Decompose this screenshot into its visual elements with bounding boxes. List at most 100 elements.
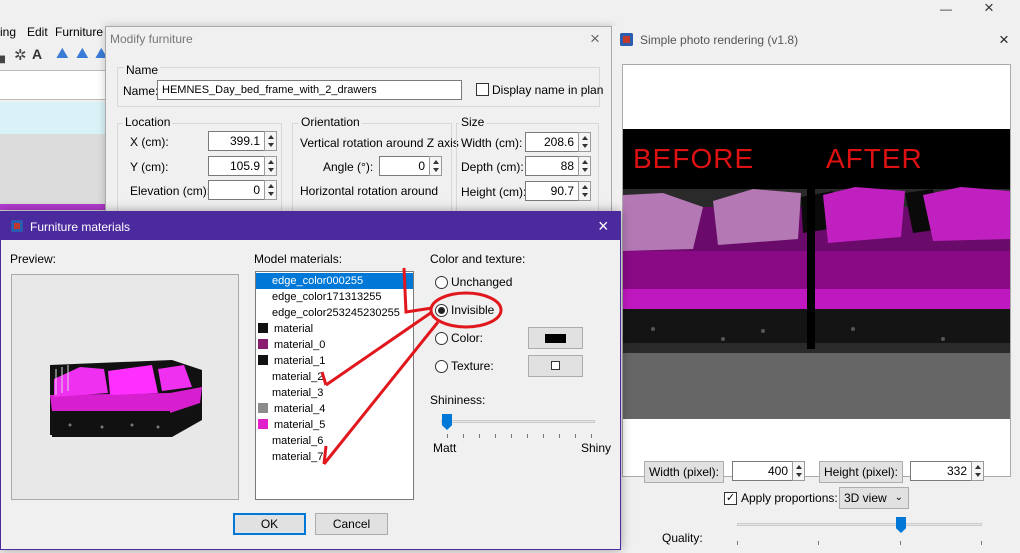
invisible-radio[interactable]	[435, 304, 448, 317]
minimize-icon[interactable]: —	[940, 2, 952, 16]
x-input[interactable]: 399.1	[208, 131, 265, 151]
zoom-in-icon[interactable]: ⛰	[56, 45, 69, 62]
chevron-down-icon: ⌄	[894, 492, 903, 503]
shininess-tick	[527, 434, 528, 438]
list-item[interactable]: edge_color000255	[256, 273, 413, 289]
list-item[interactable]: material	[256, 321, 413, 337]
y-spinner[interactable]	[264, 156, 277, 176]
quality-slider-thumb[interactable]	[896, 517, 906, 533]
display-name-label: Display name in plan	[492, 83, 604, 97]
close-icon[interactable]: ×	[598, 216, 609, 237]
display-name-checkbox[interactable]	[476, 83, 489, 96]
list-item-label: material	[274, 323, 314, 335]
catalog-panel[interactable]	[0, 70, 110, 100]
color-swatch	[258, 403, 268, 413]
gear-icon[interactable]: ✲	[14, 46, 27, 64]
orientation-group-label: Orientation	[299, 115, 362, 129]
height-spinner[interactable]	[578, 181, 591, 201]
dialog-title: Simple photo rendering (v1.8)	[640, 33, 799, 47]
quality-tick	[818, 541, 819, 545]
height-pixel-button[interactable]: Height (pixel):	[819, 461, 903, 483]
width-input[interactable]: 208.6	[525, 132, 579, 152]
list-item[interactable]: material_0	[256, 337, 413, 353]
list-item[interactable]: material_2	[256, 369, 413, 385]
shininess-slider[interactable]	[441, 414, 597, 444]
plan-view[interactable]	[0, 134, 110, 214]
width-pixel-spinner[interactable]	[792, 461, 805, 481]
materials-list[interactable]: edge_color000255 edge_color171313255 edg…	[255, 271, 414, 500]
quality-slider[interactable]	[737, 517, 982, 553]
quality-tick	[900, 541, 901, 545]
list-item[interactable]: edge_color171313255	[256, 289, 413, 305]
list-item[interactable]: material_4	[256, 401, 413, 417]
shininess-tick	[479, 434, 480, 438]
name-input[interactable]: HEMNES_Day_bed_frame_with_2_drawers	[157, 80, 462, 100]
menu-item-furniture[interactable]: Furniture	[55, 25, 103, 39]
width-pixel-input[interactable]: 400	[732, 461, 793, 481]
height-pixel-input[interactable]: 332	[910, 461, 972, 481]
quality-slider-track	[737, 523, 982, 526]
list-item[interactable]: material_7	[256, 449, 413, 465]
x-spinner[interactable]	[264, 131, 277, 151]
menu-item-file[interactable]: ing	[0, 25, 16, 39]
shininess-slider-thumb[interactable]	[442, 414, 452, 430]
furniture-materials-dialog: Furniture materials × Preview: Model mat…	[0, 211, 621, 550]
shininess-tick	[575, 434, 576, 438]
apply-proportions-checkbox[interactable]: ✓	[724, 492, 737, 505]
menu-item-edit[interactable]: Edit	[27, 25, 48, 39]
sofa-preview-image	[50, 360, 202, 437]
ok-button[interactable]: OK	[233, 513, 306, 535]
color-radio[interactable]	[435, 332, 448, 345]
list-item[interactable]: material_3	[256, 385, 413, 401]
unchanged-radio[interactable]	[435, 276, 448, 289]
depth-input[interactable]: 88	[525, 156, 579, 176]
toolbar: ▖ ✲ A ⛰ ⛰ ⛰	[0, 45, 108, 67]
list-item[interactable]: material_6	[256, 433, 413, 449]
elevation-input[interactable]: 0	[208, 180, 265, 200]
elevation-spinner[interactable]	[264, 180, 277, 200]
stairs-icon[interactable]: ▖	[0, 48, 10, 64]
width-spinner[interactable]	[578, 132, 591, 152]
shininess-tick	[559, 434, 560, 438]
angle-spinner[interactable]	[429, 156, 442, 176]
close-icon[interactable]: ×	[999, 31, 1009, 48]
texture-radio[interactable]	[435, 360, 448, 373]
menubar: ing Edit Furniture	[0, 24, 110, 42]
title-bar: Furniture materials ×	[1, 212, 620, 240]
list-item[interactable]: edge_color253245230255	[256, 305, 413, 321]
plan-area[interactable]	[0, 102, 110, 134]
text-add-icon[interactable]: A	[32, 46, 42, 62]
name-label: Name:	[123, 84, 159, 98]
color-label: Color:	[451, 331, 484, 345]
texture-button[interactable]	[528, 355, 583, 377]
height-input[interactable]: 90.7	[525, 181, 579, 201]
elevation-label: Elevation (cm):	[130, 184, 211, 198]
app-logo-icon	[620, 33, 633, 46]
y-input[interactable]: 105.9	[208, 156, 265, 176]
depth-spinner[interactable]	[578, 156, 591, 176]
close-icon[interactable]: ×	[984, 0, 994, 18]
height-label: Height (cm):	[461, 185, 527, 199]
plan-wall	[0, 204, 110, 210]
zoom-out-icon[interactable]: ⛰	[76, 45, 89, 62]
view-select[interactable]: 3D view ⌄	[839, 487, 909, 509]
close-icon[interactable]: ×	[590, 30, 600, 47]
width-pixel-button[interactable]: Width (pixel):	[644, 461, 724, 483]
angle-input[interactable]: 0	[379, 156, 430, 176]
list-item-label: material_0	[274, 339, 326, 351]
preview-pane[interactable]	[11, 274, 239, 500]
before-label: BEFORE	[633, 143, 755, 174]
height-pixel-spinner[interactable]	[971, 461, 984, 481]
y-label: Y (cm):	[130, 160, 169, 174]
angle-label: Angle (°):	[323, 160, 374, 174]
list-item[interactable]: material_5	[256, 417, 413, 433]
color-button[interactable]	[528, 327, 583, 349]
cancel-button[interactable]: Cancel	[315, 513, 388, 535]
quality-tick	[981, 541, 982, 545]
vertical-rotation-label: Vertical rotation around Z axis	[300, 136, 459, 150]
list-item[interactable]: material_1	[256, 353, 413, 369]
model-materials-label: Model materials:	[254, 252, 343, 266]
color-texture-label: Color and texture:	[430, 252, 526, 266]
dialog-title: Modify furniture	[110, 32, 193, 46]
unchanged-label: Unchanged	[451, 275, 513, 289]
